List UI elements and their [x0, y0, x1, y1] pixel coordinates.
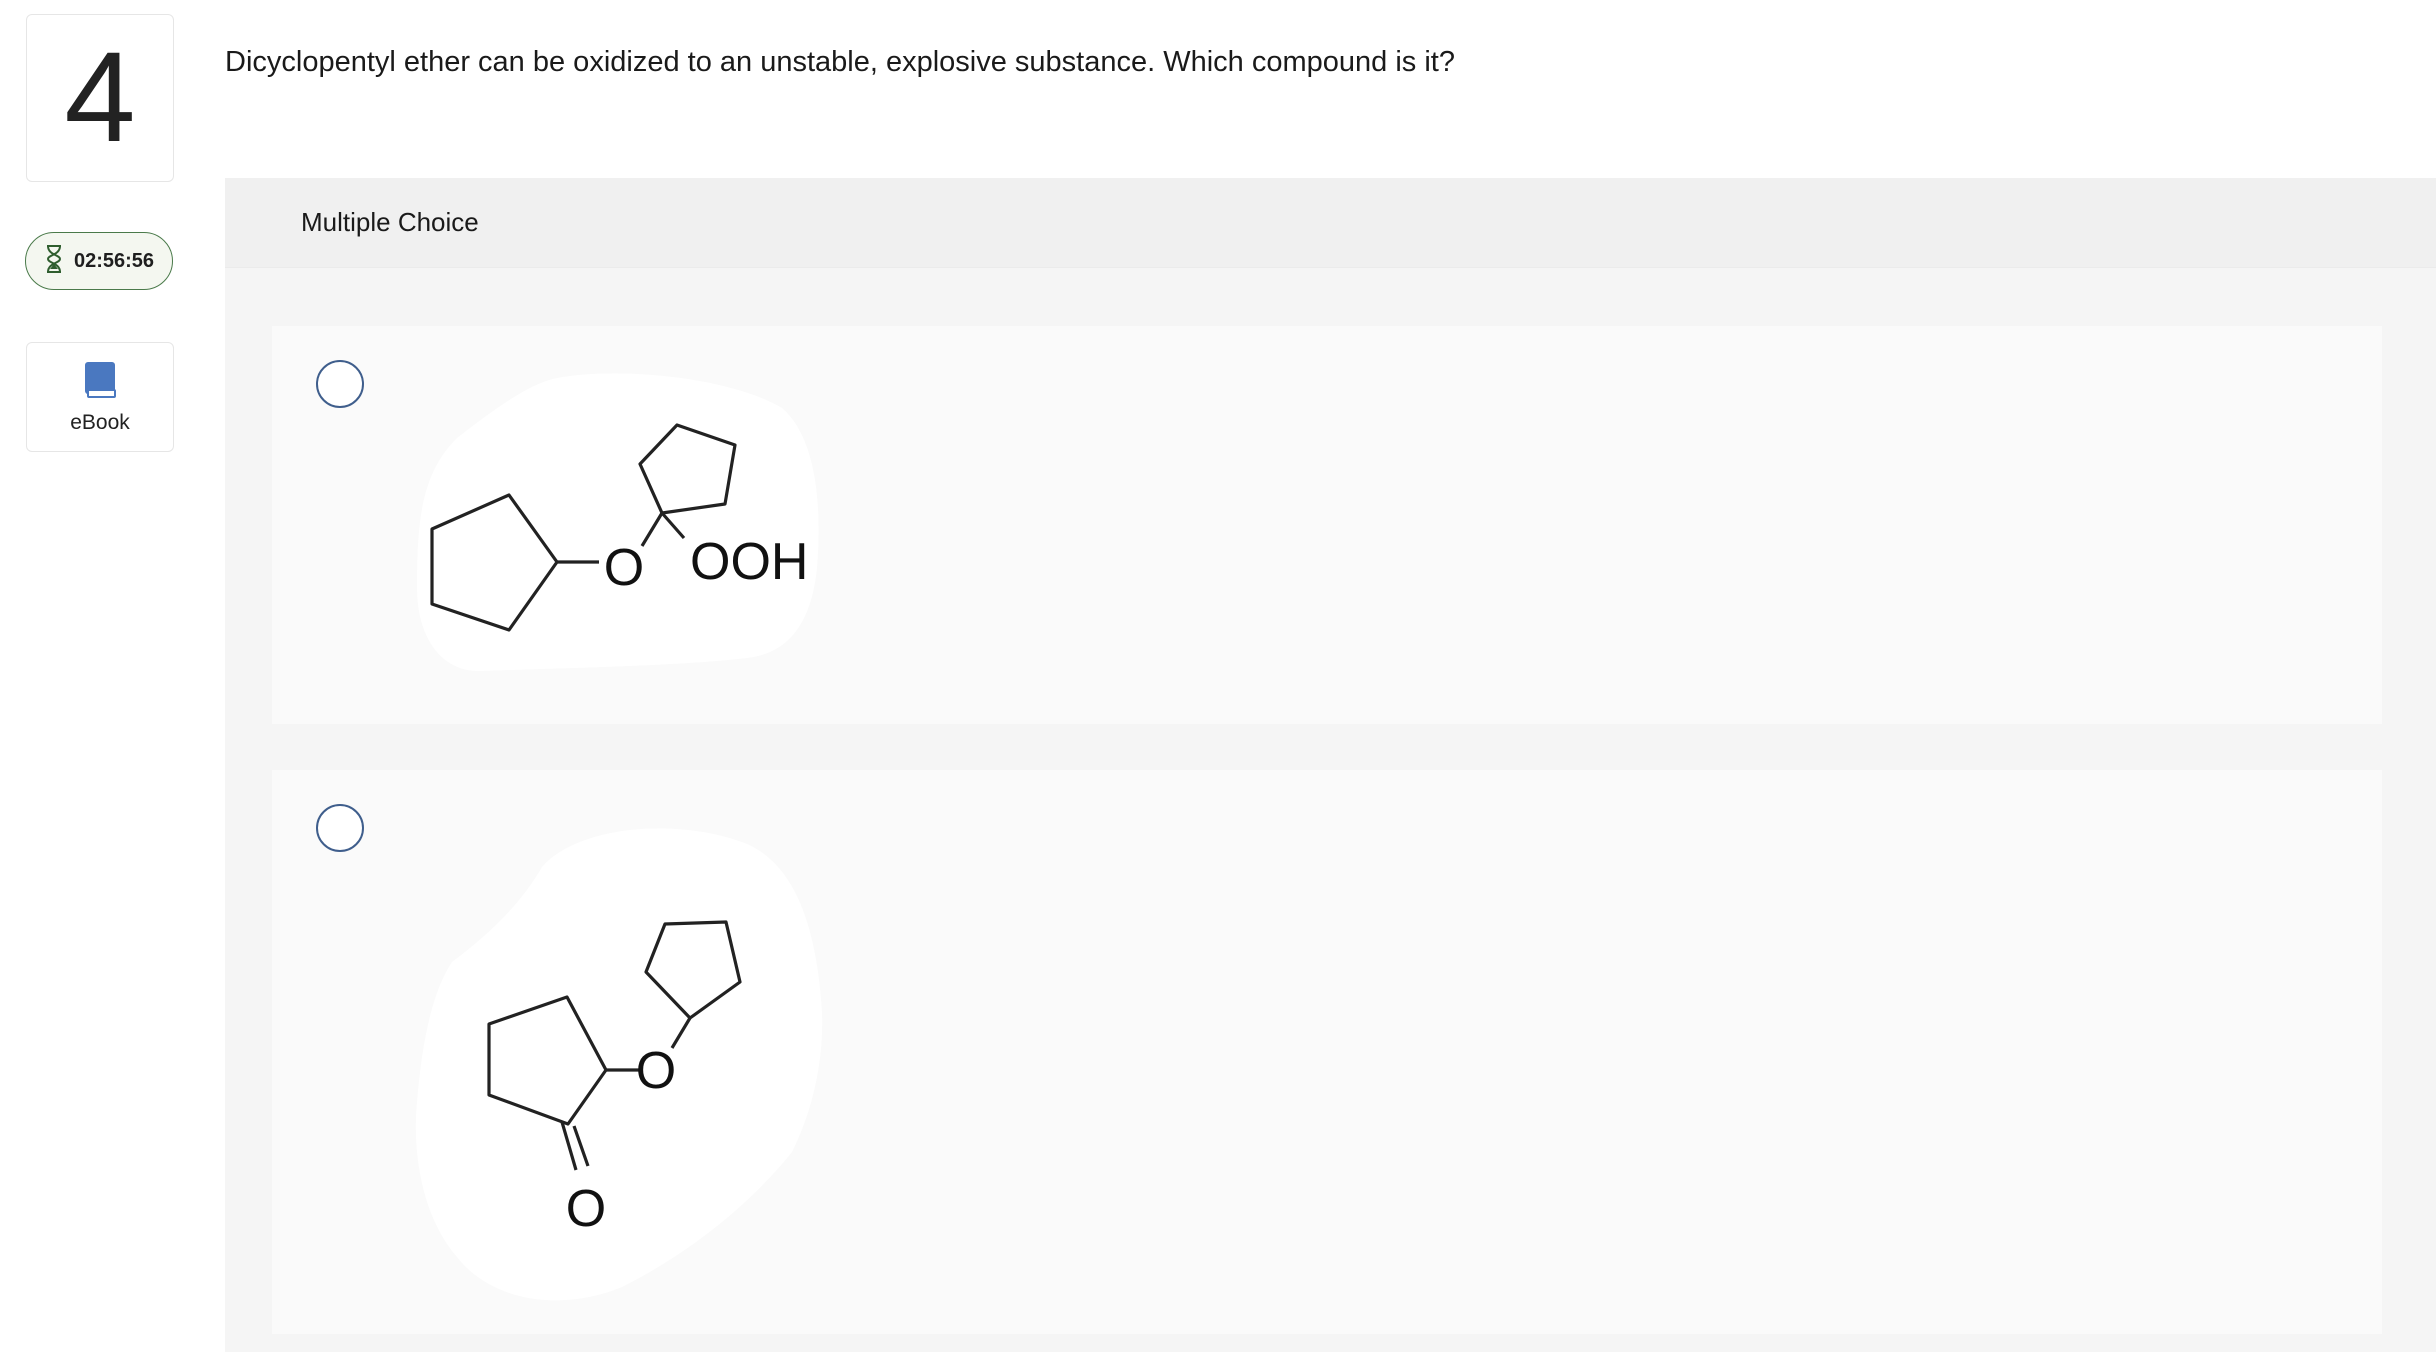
choice-option-2[interactable]: O O [272, 770, 2382, 1334]
ebook-label: eBook [70, 410, 130, 434]
choice-option-1[interactable]: O OOH [272, 326, 2382, 724]
choice-2-radio[interactable] [316, 804, 364, 852]
multiple-choice-panel: Multiple Choice O OOH O O [225, 178, 2436, 1352]
question-text: Dicyclopentyl ether can be oxidized to a… [225, 46, 1455, 78]
choice-2-ether-oxygen: O [636, 1042, 676, 1100]
timer-badge: 02:56:56 [25, 232, 173, 290]
choice-1-hydroperoxide-label: OOH [690, 533, 808, 591]
book-icon [82, 360, 118, 405]
choice-2-structure: O O [415, 828, 823, 1301]
choice-1-structure: O OOH [417, 373, 819, 672]
question-number: 4 [26, 14, 174, 182]
ebook-button[interactable]: eBook [26, 342, 174, 452]
panel-title: Multiple Choice [301, 207, 479, 237]
panel-header: Multiple Choice [225, 178, 2436, 268]
hourglass-icon [44, 244, 64, 279]
choice-1-radio[interactable] [316, 360, 364, 408]
choice-1-ether-oxygen: O [604, 539, 644, 597]
timer-text: 02:56:56 [73, 249, 155, 272]
choice-2-ketone-oxygen: O [566, 1180, 606, 1238]
